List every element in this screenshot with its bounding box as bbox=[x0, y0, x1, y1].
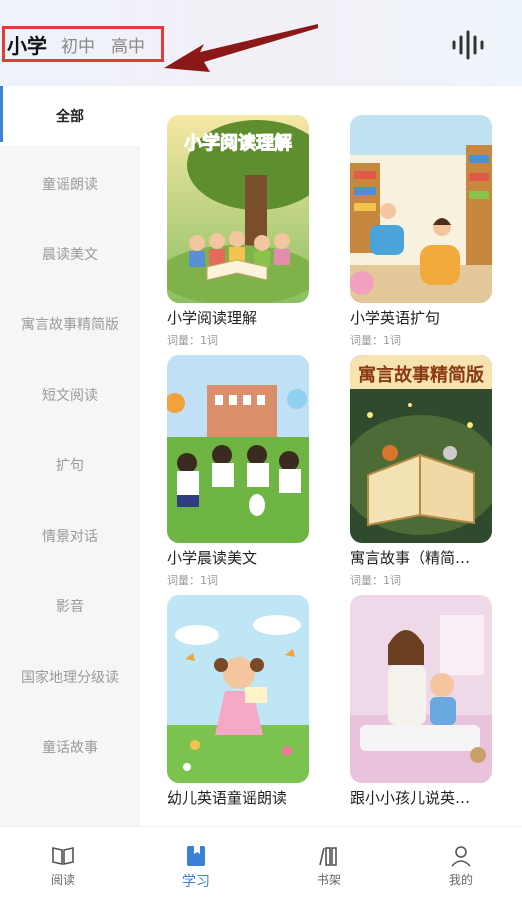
header: 小学 初中 高中 bbox=[0, 0, 522, 86]
cover-illustration bbox=[167, 595, 309, 783]
book-cover[interactable]: 寓言故事精简版 bbox=[350, 355, 492, 543]
annotation-arrow-icon bbox=[164, 24, 318, 72]
book-card[interactable]: 小学晨读美文 词量：1词 bbox=[167, 355, 317, 588]
book-open-icon bbox=[52, 847, 74, 865]
user-icon bbox=[451, 846, 471, 867]
book-cover[interactable] bbox=[167, 355, 309, 543]
cover-illustration bbox=[350, 115, 492, 303]
nav-study-label: 学习 bbox=[182, 874, 210, 890]
nav-bookshelf-label: 书架 bbox=[316, 873, 341, 887]
book-card[interactable]: 小学英语扩句 词量：1词 bbox=[350, 115, 500, 348]
book-title: 寓言故事（精简… bbox=[350, 549, 471, 567]
book-card[interactable]: 小学阅读理解 小学阅读理解 词量：1词 bbox=[167, 115, 317, 348]
book-card[interactable]: 寓言故事精简版 寓言故事（精简… 词量：1词 bbox=[350, 355, 500, 588]
nav-mine[interactable]: 我的 bbox=[421, 845, 501, 888]
book-title: 小学阅读理解 bbox=[167, 309, 258, 327]
book-word-count: 词量：1词 bbox=[167, 334, 218, 347]
nav-study[interactable]: 学习 bbox=[156, 845, 236, 891]
bookmark-book-icon bbox=[187, 846, 205, 866]
sidebar-item-natgeo[interactable]: 国家地理分级读 bbox=[0, 647, 140, 707]
sidebar-item-fairy-tales[interactable]: 童话故事 bbox=[0, 717, 140, 777]
book-word-count: 词量：1词 bbox=[350, 574, 401, 587]
level-tab-junior[interactable]: 初中 bbox=[61, 32, 95, 57]
book-cover[interactable] bbox=[350, 595, 492, 783]
sidebar-item-morning-reading[interactable]: 晨读美文 bbox=[0, 224, 140, 284]
nav-bookshelf[interactable]: 书架 bbox=[289, 845, 369, 888]
sidebar-item-fables[interactable]: 寓言故事精简版 bbox=[0, 294, 140, 354]
sidebar-item-sentence-expansion[interactable]: 扩句 bbox=[0, 435, 140, 495]
book-title: 幼儿英语童谣朗读 bbox=[167, 789, 288, 807]
nav-read[interactable]: 阅读 bbox=[23, 845, 103, 888]
book-title: 跟小小孩儿说英… bbox=[350, 789, 471, 807]
sidebar-item-nursery-rhymes[interactable]: 童谣朗读 bbox=[0, 154, 140, 214]
nav-read-label: 阅读 bbox=[50, 873, 75, 887]
book-word-count: 词量：1词 bbox=[350, 334, 401, 347]
level-tabs-highlight: 小学 初中 高中 bbox=[2, 26, 164, 62]
book-title: 小学英语扩句 bbox=[350, 309, 441, 327]
cover-illustration bbox=[167, 355, 309, 543]
book-word-count: 词量：1词 bbox=[167, 574, 218, 587]
book-card[interactable]: 跟小小孩儿说英… bbox=[350, 595, 500, 808]
nav-mine-label: 我的 bbox=[448, 873, 473, 887]
book-grid: 小学阅读理解 小学阅读理解 词量：1词 小学英语扩句 词量：1词 小学晨读美文 … bbox=[140, 86, 522, 826]
level-tab-senior[interactable]: 高中 bbox=[111, 32, 145, 57]
book-cover[interactable]: 小学阅读理解 bbox=[167, 115, 309, 303]
level-tab-primary[interactable]: 小学 bbox=[7, 30, 47, 59]
cover-title: 寓言故事精简版 bbox=[358, 365, 484, 386]
book-card[interactable]: 幼儿英语童谣朗读 bbox=[167, 595, 317, 808]
bottom-navigation: 阅读 学习 书架 我的 bbox=[0, 826, 522, 905]
book-cover[interactable] bbox=[167, 595, 309, 783]
category-sidebar: 全部 童谣朗读 晨读美文 寓言故事精简版 短文阅读 扩句 情景对话 影音 国家地… bbox=[0, 86, 140, 826]
bookshelf-icon bbox=[319, 847, 337, 866]
sidebar-item-dialogues[interactable]: 情景对话 bbox=[0, 506, 140, 566]
sidebar-item-short-reading[interactable]: 短文阅读 bbox=[0, 365, 140, 425]
cover-illustration bbox=[350, 595, 492, 783]
audio-wave-icon[interactable] bbox=[450, 30, 490, 60]
sidebar-item-all[interactable]: 全部 bbox=[0, 86, 140, 146]
cover-title: 小学阅读理解 bbox=[184, 133, 293, 155]
sidebar-item-media[interactable]: 影音 bbox=[0, 576, 140, 636]
book-cover[interactable] bbox=[350, 115, 492, 303]
book-title: 小学晨读美文 bbox=[167, 549, 258, 567]
